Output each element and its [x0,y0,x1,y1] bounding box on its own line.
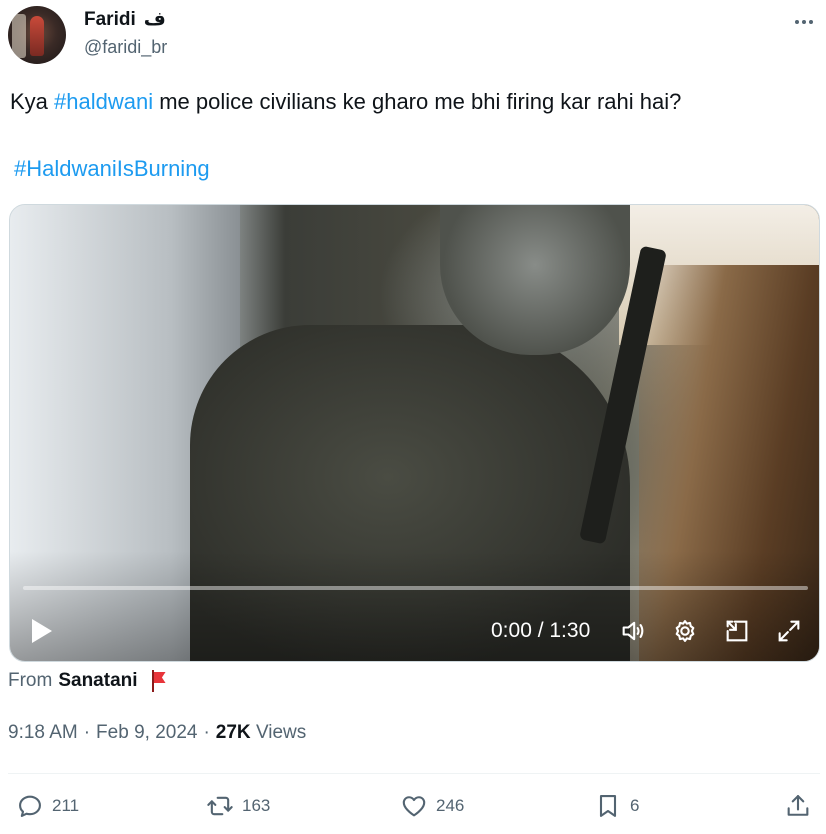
meta-separator: · [203,722,210,743]
video-player[interactable]: 0:00 / 1:30 [9,204,820,662]
fullscreen-icon[interactable] [775,617,803,645]
divider [8,773,820,774]
user-handle[interactable]: @faridi_br [84,37,167,58]
play-icon[interactable] [32,619,52,643]
repost-count: 163 [242,796,271,815]
display-name[interactable]: Faridi ف [84,8,166,31]
red-flag-icon [150,670,166,692]
tweet-text: Kya #haldwani me police civilians ke gha… [10,88,810,116]
pip-dock-icon[interactable] [723,617,751,645]
avatar[interactable] [8,6,66,64]
hashtag-link-haldwani[interactable]: #haldwani [54,89,153,114]
share-icon [787,795,809,816]
views-label: Views [255,722,307,743]
reply-button[interactable]: 211 [16,792,79,820]
action-bar: 211 163 246 6 [0,786,826,830]
views-count: 27K [215,722,251,743]
like-button[interactable]: 246 [400,792,464,820]
tweet-time[interactable]: 9:18 AM [8,722,78,744]
avatar-figure [30,16,44,56]
tweet-date[interactable]: Feb 9, 2024 [96,722,197,744]
display-name-suffix: ف [143,9,166,30]
share-button[interactable] [784,792,812,820]
more-options-icon[interactable] [790,12,818,32]
display-name-text: Faridi [84,8,136,30]
heart-icon [402,796,426,817]
bookmark-count: 6 [630,796,640,815]
video-source: From Sanatani [8,670,166,692]
like-count: 246 [436,796,465,815]
bookmark-button[interactable]: 6 [594,792,639,820]
tweet-meta: 9:18 AM · Feb 9, 2024 · 27K Views [8,722,306,744]
source-prefix: From [8,670,53,691]
volume-icon[interactable] [619,617,647,645]
tweet-text-prefix: Kya [10,89,55,114]
bookmark-icon [599,795,617,817]
hashtag-link-haldwaniisburning[interactable]: #HaldwaniIsBurning [14,155,210,183]
repost-icon [207,796,233,816]
reply-count: 211 [52,796,80,815]
video-time: 0:00 / 1:30 [491,619,591,642]
repost-button[interactable]: 163 [206,792,270,820]
video-progress-bar[interactable] [23,586,808,590]
avatar-light [12,14,26,58]
tweet-text-suffix: me police civilians ke gharo me bhi firi… [153,89,682,114]
meta-separator: · [83,722,91,743]
source-account-link[interactable]: Sanatani [58,670,137,692]
settings-gear-icon[interactable] [671,617,699,645]
video-controls: 0:00 / 1:30 [10,607,819,651]
reply-icon [19,795,41,817]
